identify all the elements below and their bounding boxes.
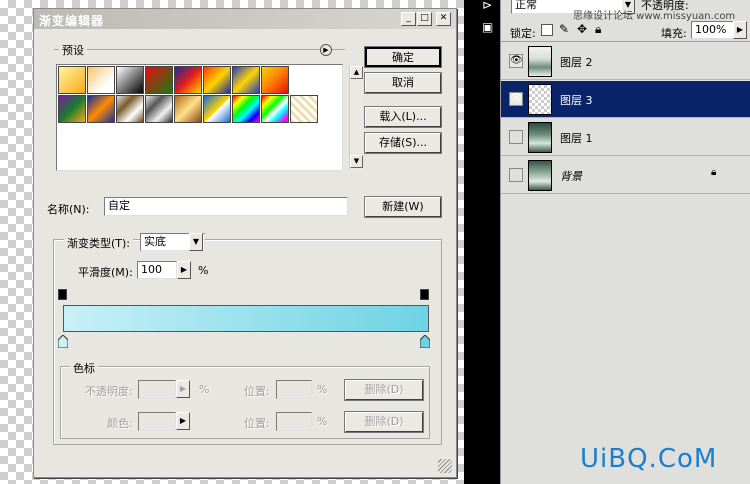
preset-swatch[interactable] (145, 66, 173, 94)
delete-color-stop-button[interactable]: 删除(D) (344, 411, 424, 433)
layer-thumbnail (528, 46, 552, 77)
fill-arrow-icon[interactable]: ▶ (733, 21, 747, 39)
preset-swatch[interactable] (261, 66, 289, 94)
layer-name: 图层 3 (560, 94, 593, 107)
preset-swatch[interactable] (87, 95, 115, 123)
visibility-eye-icon[interactable]: 👁︎ (509, 54, 523, 68)
lock-all-icon[interactable]: 🔒︎ (595, 22, 601, 37)
lock-label: 锁定: (510, 27, 536, 40)
background-lock-icon: 🔒︎ (711, 167, 717, 178)
opacity-location-input[interactable] (276, 380, 312, 399)
color-location-label: 位置: (244, 417, 270, 430)
stop-color-swatch[interactable] (138, 412, 176, 431)
preset-swatch[interactable] (58, 95, 86, 123)
minimize-icon[interactable]: _ (401, 12, 416, 26)
preset-swatch[interactable] (116, 95, 144, 123)
name-input[interactable]: 自定 (104, 197, 348, 216)
fill-label: 填充: (661, 27, 687, 40)
color-location-percent: % (317, 415, 328, 428)
color-stops-label: 色标 (70, 360, 98, 376)
preset-swatch[interactable] (232, 66, 260, 94)
delete-opacity-stop-button[interactable]: 删除(D) (344, 379, 424, 401)
title-bar[interactable]: 渐变编辑器 _ □ ✕ (34, 9, 456, 29)
opacity-stop-left[interactable] (58, 289, 67, 300)
site-logo: UiBQ.CoM (580, 444, 718, 474)
preset-swatch[interactable] (58, 66, 86, 94)
preset-swatch[interactable] (261, 95, 289, 123)
gradient-type-value: 实底 (144, 235, 166, 248)
save-button[interactable]: 存储(S)... (364, 132, 442, 154)
layer-name: 图层 1 (560, 132, 593, 145)
scroll-down-icon[interactable]: ▼ (350, 155, 363, 168)
layers-empty-area (501, 195, 750, 484)
presets-label: 预设 (59, 42, 87, 58)
visibility-box[interactable] (509, 130, 523, 144)
close-icon[interactable]: ✕ (436, 12, 451, 26)
percent-sign: % (198, 264, 209, 277)
opacity-percent: % (199, 383, 210, 396)
opacity-stop-right[interactable] (420, 289, 429, 300)
gradient-type-label: 渐变类型(T): (64, 235, 134, 251)
layer-fx-icon: ▣ (482, 20, 494, 34)
stop-opacity-arrow-icon[interactable]: ▶ (176, 380, 190, 398)
stop-color-label: 颜色: (107, 417, 133, 430)
layers-panel: 正常 ▼ 不透明度: 思缘设计论坛 www.missyuan.com 锁定: ✎… (500, 0, 750, 484)
lock-move-icon[interactable]: ✥ (577, 22, 587, 36)
layer-row[interactable]: 背景 🔒︎ (501, 157, 750, 194)
cancel-button[interactable]: 取消 (364, 72, 442, 94)
smoothness-arrow-icon[interactable]: ▶ (177, 261, 191, 279)
layer-thumbnail (528, 84, 552, 115)
name-label: 名称(N): (47, 203, 90, 216)
smoothness-input[interactable]: 100 (137, 261, 177, 279)
lock-paint-brush-icon[interactable]: ✎ (559, 22, 569, 36)
preset-swatch[interactable] (87, 66, 115, 94)
presets-scrollbar[interactable]: ▲ ▼ (349, 66, 363, 170)
gradient-preview-bar[interactable] (63, 305, 429, 332)
lock-transparency-icon[interactable] (541, 24, 553, 36)
preset-swatch[interactable] (116, 66, 144, 94)
ok-button[interactable]: 确定 (364, 46, 442, 68)
preset-swatch[interactable] (174, 66, 202, 94)
visibility-eye-icon[interactable]: 👁︎ (509, 92, 523, 106)
layer-thumbnail (528, 122, 552, 153)
color-stop-left[interactable] (58, 335, 68, 348)
presets-list: ▲ ▼ (56, 64, 363, 171)
preset-swatch[interactable] (232, 95, 260, 123)
preset-swatch[interactable] (203, 66, 231, 94)
preset-swatch[interactable] (145, 95, 173, 123)
color-location-input[interactable] (276, 412, 312, 431)
new-button[interactable]: 新建(W) (364, 196, 442, 218)
preset-swatch[interactable] (290, 95, 318, 123)
maximize-icon[interactable]: □ (417, 12, 432, 26)
opacity-location-percent: % (317, 383, 328, 396)
color-stop-right[interactable] (420, 335, 430, 348)
watermark-text: 思缘设计论坛 www.missyuan.com (573, 11, 736, 22)
scroll-up-icon[interactable]: ▲ (350, 66, 363, 79)
preset-swatch[interactable] (174, 95, 202, 123)
layer-row-selected[interactable]: 👁︎ 图层 3 (501, 81, 750, 118)
resize-grip-icon[interactable] (438, 459, 452, 473)
smoothness-label: 平滑度(M): (78, 266, 133, 279)
stop-color-arrow-icon[interactable]: ▶ (176, 412, 190, 430)
stop-opacity-label: 不透明度: (85, 385, 133, 398)
canvas-border: ⊳ ▣ (464, 0, 500, 484)
gradient-editor-dialog: 渐变编辑器 _ □ ✕ 预设 ▶ ▲ ▼ 确定 取消 载入(L)... 存储(S… (33, 8, 457, 478)
divider (501, 41, 750, 42)
preset-swatch[interactable] (203, 95, 231, 123)
layer-arrow-icon: ⊳ (482, 0, 493, 12)
visibility-box[interactable] (509, 168, 523, 182)
layer-row[interactable]: 👁︎ 图层 2 (501, 43, 750, 80)
layer-row[interactable]: 图层 1 (501, 119, 750, 156)
dropdown-arrow-icon[interactable]: ▼ (189, 233, 203, 251)
opacity-location-label: 位置: (244, 385, 270, 398)
layer-name: 背景 (560, 170, 582, 183)
stop-opacity-input[interactable] (138, 380, 176, 399)
dialog-title: 渐变编辑器 (39, 14, 105, 28)
layer-name: 图层 2 (560, 56, 593, 69)
layer-thumbnail (528, 160, 552, 191)
presets-menu-arrow-icon[interactable]: ▶ (320, 44, 332, 56)
load-button[interactable]: 载入(L)... (364, 106, 442, 128)
